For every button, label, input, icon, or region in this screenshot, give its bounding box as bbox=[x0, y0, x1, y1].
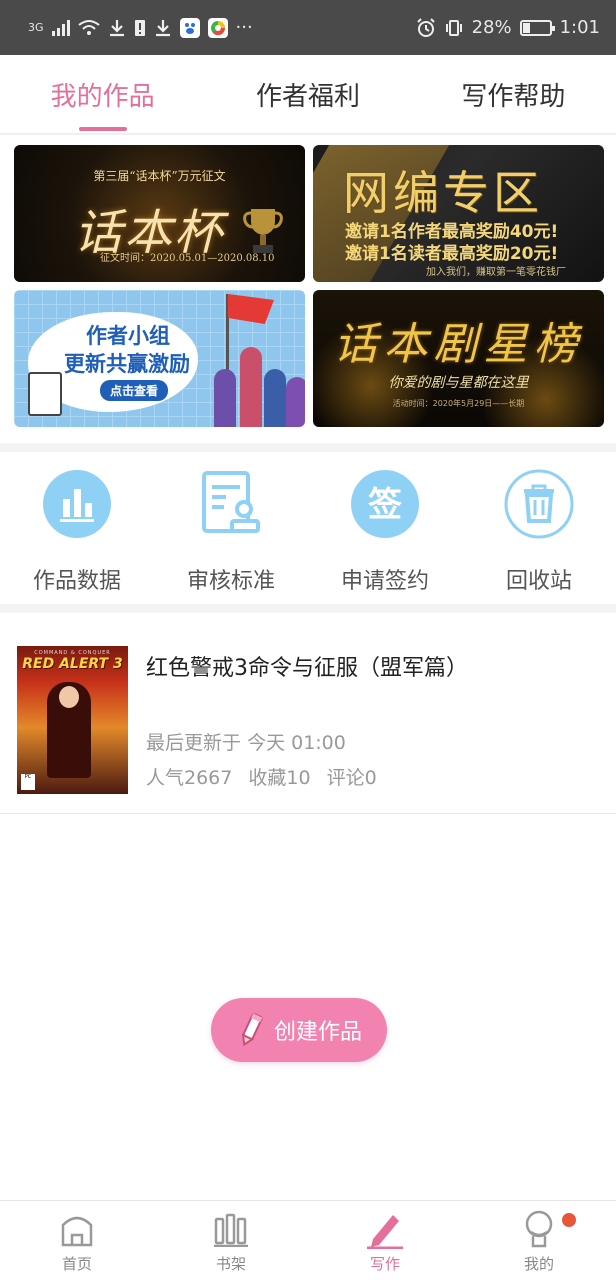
more-notifications-icon: ··· bbox=[235, 16, 253, 38]
home-icon bbox=[57, 1209, 97, 1249]
nav-home[interactable]: 首页 bbox=[0, 1201, 154, 1280]
nav-label: 我的 bbox=[523, 1255, 554, 1273]
tab-label: 我的作品 bbox=[50, 81, 155, 112]
alarm-icon bbox=[416, 17, 435, 37]
sign-icon: 签 bbox=[350, 469, 420, 539]
clipboard-icon bbox=[28, 372, 62, 416]
banner-title: 网编专区 bbox=[343, 166, 543, 220]
profile-icon bbox=[519, 1209, 559, 1249]
quick-actions: 作品数据 审核标准 签 申请签约 回收站 bbox=[0, 455, 616, 605]
review-doc-icon bbox=[196, 469, 266, 539]
section-divider bbox=[0, 443, 616, 452]
nav-label: 书架 bbox=[215, 1255, 246, 1273]
tab-label: 写作帮助 bbox=[461, 81, 566, 112]
cover-face bbox=[59, 686, 79, 708]
clock: 1:01 bbox=[559, 16, 600, 38]
trash-icon bbox=[504, 469, 574, 539]
baidu-app-icon bbox=[179, 17, 200, 38]
last-update-value: 今天 01:00 bbox=[247, 732, 346, 754]
banner-title: 话本剧星榜 bbox=[333, 319, 584, 370]
banner-view-button: 点击查看 bbox=[100, 380, 169, 401]
banner-headline: 第三届“话本杯”万元征文 bbox=[93, 169, 226, 183]
notification-badge bbox=[562, 1213, 576, 1227]
nav-bookshelf[interactable]: 书架 bbox=[154, 1201, 308, 1280]
section-divider bbox=[0, 604, 616, 613]
cover-title: RED ALERT 3 bbox=[22, 656, 123, 672]
banner-author-group[interactable]: 作者小组 更新共赢激励 点击查看 bbox=[14, 290, 305, 427]
banner-drama-star[interactable]: 话本剧星榜 你爱的剧与星都在这里 活动时间：2020年5月29日——长期 bbox=[313, 290, 604, 427]
create-button-label: 创建作品 bbox=[273, 1020, 362, 1045]
character-illustration bbox=[286, 377, 305, 427]
banner-footer: 活动时间：2020年5月29日——长期 bbox=[392, 399, 525, 408]
banner-huaben-cup[interactable]: 第三届“话本杯”万元征文 话本杯 征文时间：2020.05.01—2020.08… bbox=[14, 145, 305, 282]
tab-active-indicator bbox=[78, 127, 127, 131]
nav-label: 首页 bbox=[61, 1255, 92, 1273]
banner-subtitle: 你爱的剧与星都在这里 bbox=[388, 375, 529, 391]
cell-signal-icon bbox=[51, 19, 70, 36]
wifi-icon bbox=[77, 19, 100, 35]
favorites-count: 收藏10 bbox=[248, 767, 311, 789]
action-recycle-bin[interactable]: 回收站 bbox=[462, 455, 616, 605]
bar-chart-icon bbox=[42, 469, 112, 539]
comments-count: 评论0 bbox=[326, 767, 377, 789]
banner-grid: 第三届“话本杯”万元征文 话本杯 征文时间：2020.05.01—2020.08… bbox=[14, 145, 604, 427]
action-label: 审核标准 bbox=[186, 569, 275, 594]
trophy-icon bbox=[243, 209, 283, 253]
top-tabs: 我的作品 作者福利 写作帮助 bbox=[0, 55, 616, 135]
status-right: 28% 1:01 bbox=[416, 16, 600, 38]
banner-dates: 征文时间：2020.05.01—2020.08.10 bbox=[100, 253, 275, 264]
battery-fill bbox=[522, 22, 531, 33]
banner-web-editor[interactable]: 网编专区 邀请1名作者最高奖励40元! 邀请1名读者最高奖励20元! 加入我们，… bbox=[313, 145, 604, 282]
status-bar: 3G ··· 28% 1:01 bbox=[0, 0, 616, 55]
last-update-label: 最后更新于 bbox=[146, 732, 242, 754]
battery-icon bbox=[519, 19, 555, 36]
status-left: 3G ··· bbox=[28, 16, 253, 38]
tab-writing-help[interactable]: 写作帮助 bbox=[411, 55, 616, 133]
action-label: 回收站 bbox=[505, 569, 572, 594]
cover-platform: PC bbox=[21, 774, 35, 790]
work-stats: 人气2667 收藏10 评论0 bbox=[146, 763, 387, 790]
flag-icon bbox=[228, 294, 274, 324]
tab-label: 作者福利 bbox=[255, 81, 360, 112]
bookshelf-icon bbox=[211, 1209, 251, 1249]
nav-write[interactable]: 写作 bbox=[308, 1201, 462, 1280]
bottom-nav: 首页 书架 写作 我的 bbox=[0, 1200, 616, 1280]
action-review-standards[interactable]: 审核标准 bbox=[154, 455, 308, 605]
banner-line-2: 更新共赢激励 bbox=[64, 352, 190, 376]
action-apply-contract[interactable]: 签 申请签约 bbox=[308, 455, 462, 605]
download-icon-2 bbox=[155, 19, 170, 36]
tab-author-benefits[interactable]: 作者福利 bbox=[205, 55, 410, 133]
action-label: 申请签约 bbox=[340, 569, 429, 594]
action-work-data[interactable]: 作品数据 bbox=[0, 455, 154, 605]
work-last-update: 最后更新于 今天 01:00 bbox=[146, 728, 346, 755]
banner-footer: 加入我们，赚取第一笔零花钱厂 bbox=[426, 267, 566, 278]
pencil-icon bbox=[241, 1013, 263, 1047]
create-work-button[interactable]: 创建作品 bbox=[211, 998, 387, 1062]
write-icon bbox=[365, 1209, 405, 1249]
browser-app-icon bbox=[207, 17, 228, 38]
character-illustration bbox=[214, 369, 236, 427]
nav-label: 写作 bbox=[369, 1255, 400, 1273]
signal-icon: 3G bbox=[28, 21, 44, 34]
character-illustration bbox=[264, 369, 286, 427]
tab-my-works[interactable]: 我的作品 bbox=[0, 55, 205, 133]
action-label: 作品数据 bbox=[32, 569, 121, 594]
work-title: 红色警戒3命令与征服（盟军篇） bbox=[146, 656, 468, 681]
popularity-count: 人气2667 bbox=[146, 767, 233, 789]
battery-percent: 28% bbox=[471, 16, 512, 38]
nav-profile[interactable]: 我的 bbox=[462, 1201, 616, 1280]
banner-line-2: 邀请1名读者最高奖励20元! bbox=[345, 244, 559, 264]
character-illustration bbox=[240, 347, 262, 427]
work-list-item[interactable]: COMMAND & CONQUER RED ALERT 3 PC 红色警戒3命令… bbox=[0, 618, 616, 814]
svg-text:签: 签 bbox=[368, 485, 402, 525]
sim-alert-icon bbox=[134, 19, 145, 36]
vibrate-icon bbox=[445, 19, 462, 36]
download-icon bbox=[109, 19, 124, 36]
banner-line-1: 作者小组 bbox=[86, 324, 170, 348]
work-cover: COMMAND & CONQUER RED ALERT 3 PC bbox=[17, 646, 128, 794]
